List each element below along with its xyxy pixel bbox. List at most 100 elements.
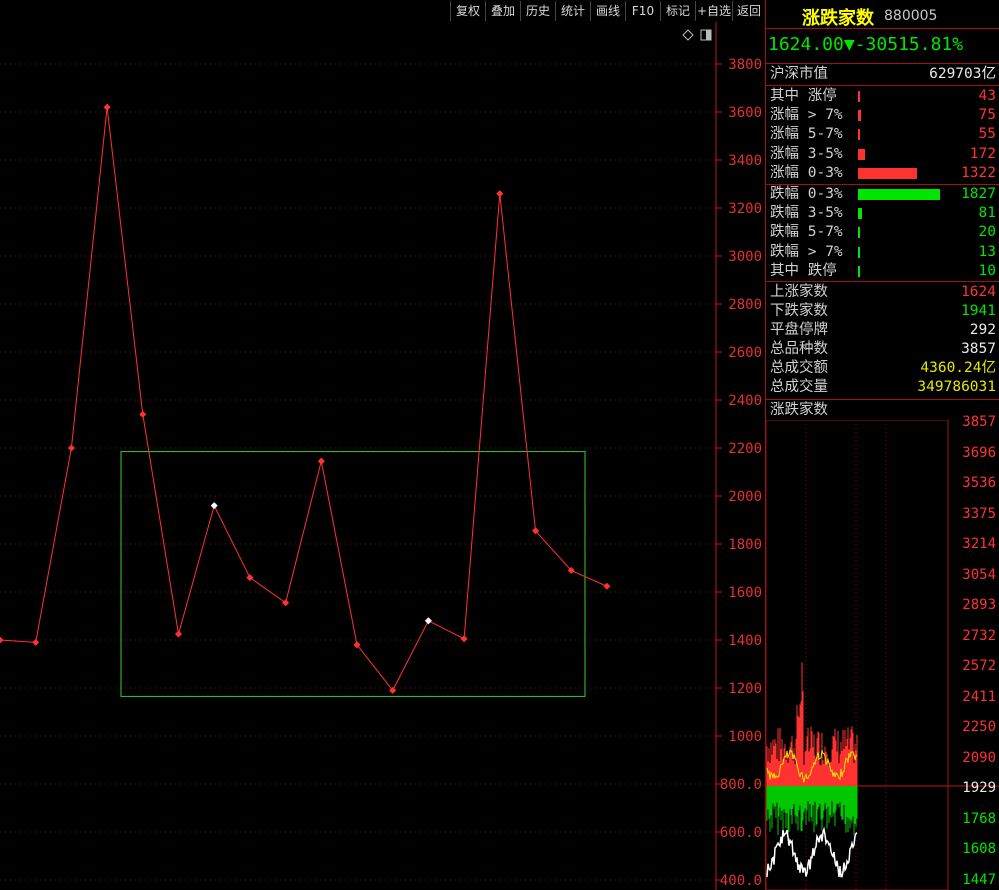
stat-row-5-label: 总成交量 bbox=[770, 379, 828, 395]
mini-y-tick-15: 1447 bbox=[962, 872, 996, 888]
panel-toggle-icon[interactable] bbox=[700, 26, 712, 41]
down-row-1-bar bbox=[858, 208, 862, 220]
data-point-4 bbox=[139, 410, 147, 418]
y-tick-label-1: 3600 bbox=[728, 105, 762, 121]
stat-row-0: 上涨家数 1624 bbox=[770, 283, 996, 302]
down-row-0-value: 1827 bbox=[961, 186, 996, 202]
data-point-12 bbox=[424, 617, 432, 625]
back-button[interactable]: 返回 bbox=[732, 1, 765, 21]
up-row-2-value: 55 bbox=[978, 126, 996, 143]
down-row-0: 跌幅 0-3% 1827 bbox=[770, 185, 996, 204]
up-row-3-bar bbox=[858, 148, 866, 160]
data-point-2 bbox=[67, 444, 75, 452]
price-change-percent: 15.81% bbox=[898, 34, 964, 55]
draw-line-button[interactable]: 画线 bbox=[590, 1, 625, 21]
y-tick-label-8: 2200 bbox=[728, 441, 762, 457]
stat-row-5-value: 349786031 bbox=[917, 379, 996, 395]
overlay-button[interactable]: 叠加 bbox=[485, 1, 520, 21]
selection-box bbox=[120, 451, 586, 697]
down-row-4-bar bbox=[858, 265, 860, 277]
data-point-3 bbox=[103, 103, 111, 111]
y-tick-label-12: 1400 bbox=[728, 633, 762, 649]
y-tick-label-9: 2000 bbox=[728, 489, 762, 505]
stat-row-2: 平盘停牌 292 bbox=[770, 321, 996, 340]
up-row-3: 涨幅 3-5% 172 bbox=[770, 145, 996, 164]
data-point-7 bbox=[246, 574, 254, 582]
data-point-6 bbox=[210, 502, 218, 510]
quote-panel: 涨跌家数 880005 1624.00▼-30515.81% 沪深市值 6297… bbox=[765, 0, 999, 890]
price-change: -305 bbox=[854, 34, 899, 55]
up-row-1-value: 75 bbox=[978, 107, 996, 124]
data-point-5 bbox=[174, 630, 183, 638]
down-row-1: 跌幅 3-5% 81 bbox=[770, 204, 996, 223]
data-point-17 bbox=[603, 582, 611, 590]
down-row-3-value: 13 bbox=[978, 243, 996, 260]
down-row-2-value: 20 bbox=[978, 224, 996, 241]
mini-frame bbox=[766, 420, 949, 890]
up-row-1-bar bbox=[858, 110, 862, 122]
mini-y-tick-14: 1608 bbox=[962, 841, 996, 858]
mini-y-tick-1: 3696 bbox=[962, 444, 996, 461]
current-price: 1624.00 bbox=[768, 34, 844, 55]
mini-y-tick-9: 2411 bbox=[962, 688, 996, 705]
mini-y-tick-5: 3054 bbox=[962, 566, 996, 583]
stat-row-1-label: 下跌家数 bbox=[770, 303, 828, 319]
line-chart-svg[interactable]: 3800 3600 3400 3200 3000 2800 2600 2400 2200 2000… bbox=[0, 0, 765, 890]
series-line bbox=[0, 107, 608, 692]
f10-button[interactable]: F10 bbox=[625, 1, 660, 21]
data-point-14 bbox=[496, 190, 504, 198]
up-row-4-bar bbox=[858, 167, 918, 179]
down-row-4-value: 10 bbox=[978, 262, 996, 279]
y-tick-label-16: 600.0 bbox=[720, 825, 762, 841]
mini-y-tick-4: 3214 bbox=[962, 536, 996, 553]
history-button[interactable]: 历史 bbox=[520, 1, 555, 21]
up-row-4-label: 涨幅 0-3% bbox=[770, 164, 843, 181]
mini-y-tick-10: 2250 bbox=[962, 719, 996, 736]
mini-y-tick-3: 3375 bbox=[962, 505, 996, 522]
stat-row-2-label: 平盘停牌 bbox=[770, 322, 828, 338]
market-value: 629703亿 bbox=[929, 66, 996, 82]
y-tick-label-13: 1200 bbox=[728, 681, 762, 697]
down-row-2-bar bbox=[858, 227, 860, 239]
y-tick-label-14: 1000 bbox=[728, 729, 762, 745]
add-favorite-button[interactable]: +自选 bbox=[695, 1, 732, 21]
down-row-2: 跌幅 5-7% 20 bbox=[770, 223, 996, 242]
down-row-3: 跌幅 > 7% 13 bbox=[770, 243, 996, 262]
y-tick-label-11: 1600 bbox=[728, 585, 762, 601]
main-chart[interactable]: 3800 3600 3400 3200 3000 2800 2600 2400 2200 2000… bbox=[0, 0, 765, 890]
mini-y-tick-7: 2732 bbox=[962, 627, 996, 644]
up-row-4-value: 1322 bbox=[961, 164, 996, 181]
diamond-icon[interactable] bbox=[682, 26, 694, 41]
market-value-label: 沪深市值 bbox=[770, 66, 828, 82]
index-name: 涨跌家数 bbox=[802, 8, 874, 29]
up-row-3-value: 172 bbox=[969, 145, 996, 162]
stat-row-4-label: 总成交额 bbox=[770, 360, 828, 376]
up-row-0-label: 其中 涨停 bbox=[770, 88, 837, 104]
mark-button[interactable]: 标记 bbox=[660, 1, 695, 21]
data-point-8 bbox=[282, 599, 290, 607]
y-tick-label-10: 1800 bbox=[728, 537, 762, 553]
y-tick-label-15: 800.0 bbox=[720, 777, 762, 793]
statistics-button[interactable]: 统计 bbox=[555, 1, 590, 21]
y-tick-label-3: 3200 bbox=[728, 201, 762, 217]
up-row-1: 涨幅 > 7% 75 bbox=[770, 106, 996, 125]
mini-y-tick-2: 3536 bbox=[962, 475, 996, 492]
market-value-row: 沪深市值 629703亿 bbox=[770, 65, 996, 84]
down-arrow-icon: ▼ bbox=[843, 34, 855, 55]
down-row-1-value: 81 bbox=[978, 205, 996, 222]
restore-rights-button[interactable]: 复权 bbox=[450, 1, 485, 21]
mini-white-line bbox=[766, 826, 858, 878]
stat-row-1: 下跌家数 1941 bbox=[770, 302, 996, 321]
up-row-3-label: 涨幅 3-5% bbox=[770, 145, 843, 162]
down-row-3-bar bbox=[858, 246, 860, 258]
mini-y-tick-8: 2572 bbox=[962, 658, 996, 675]
down-row-0-label: 跌幅 0-3% bbox=[770, 186, 843, 202]
down-row-4: 其中 跌停 10 bbox=[770, 262, 996, 281]
up-row-0-value: 43 bbox=[978, 88, 996, 104]
data-point-1 bbox=[32, 638, 40, 646]
stat-row-3: 总品种数 3857 bbox=[770, 340, 996, 359]
stat-row-2-value: 292 bbox=[969, 322, 996, 338]
stat-row-0-label: 上涨家数 bbox=[770, 284, 828, 300]
y-tick-label-4: 3000 bbox=[728, 249, 762, 265]
price-line: 1624.00▼-30515.81% bbox=[768, 34, 963, 55]
